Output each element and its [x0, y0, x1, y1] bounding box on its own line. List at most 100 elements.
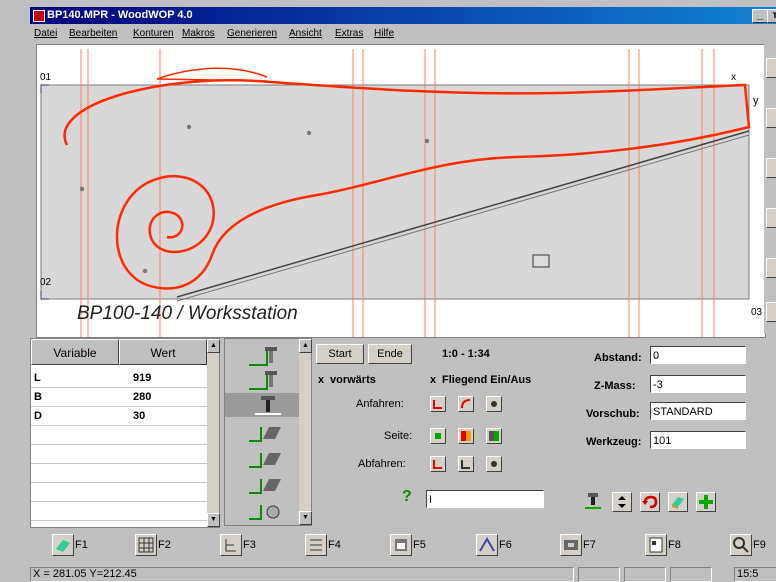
tree-icon [220, 534, 242, 556]
help-icon[interactable]: ? [402, 488, 412, 506]
workpiece-panel [40, 84, 750, 300]
tool-button-4[interactable] [766, 208, 776, 228]
corner-label-br: 03 [751, 307, 763, 318]
vorschub-label: Vorschub: [586, 408, 640, 420]
tool-insert-icon[interactable] [584, 492, 602, 510]
table-row[interactable]: L 919 [31, 369, 207, 388]
tool-button-5[interactable] [766, 258, 776, 278]
tool-button-1[interactable] [766, 58, 776, 78]
menu-hilfe[interactable]: Hilfe [374, 28, 394, 39]
table-row[interactable] [31, 445, 207, 464]
approach-arc-icon[interactable] [458, 396, 474, 412]
column-header-wert[interactable]: Wert [119, 339, 207, 365]
menu-extras[interactable]: Extras [335, 28, 363, 39]
tool-saw-icon[interactable] [247, 421, 283, 443]
right-toolbar [764, 44, 776, 334]
variable-name: B [34, 391, 42, 403]
tool-scrollbar[interactable]: ▲ ▼ [299, 339, 312, 525]
vorschub-input[interactable]: STANDARD [650, 402, 746, 420]
window-icon [390, 534, 412, 556]
parameter-panel: Start Ende 1:0 - 1:34 x vorwärts x Flieg… [312, 338, 758, 524]
variable-value: 30 [133, 410, 146, 422]
zmass-input[interactable]: -3 [650, 375, 746, 393]
function-key-bar: F1 F2 F3 F4 F5 F6 F7 F8 F9 [30, 528, 776, 564]
status-bar: X = 281.05 Y=212.45 15:5 [30, 566, 776, 582]
abstand-label: Abstand: [594, 352, 642, 364]
zoom-icon [730, 534, 752, 556]
menu-ansicht[interactable]: Ansicht [289, 28, 322, 39]
grid-icon [135, 534, 157, 556]
side-right-icon[interactable] [486, 428, 502, 444]
list-icon [305, 534, 327, 556]
command-input[interactable]: I [426, 490, 544, 508]
undo-icon[interactable] [640, 492, 660, 512]
up-down-icon[interactable] [612, 492, 632, 512]
menu-generieren[interactable]: Generieren [227, 28, 277, 39]
table-row[interactable] [31, 426, 207, 445]
approach-none-icon[interactable] [486, 396, 502, 412]
fliegend-checkbox[interactable]: x [430, 374, 436, 386]
scroll-up-icon[interactable]: ▲ [207, 339, 220, 353]
app-icon[interactable] [33, 10, 45, 22]
canvas-caption: BP100-140 / Worksstation [77, 303, 298, 324]
table-row[interactable]: B 280 [31, 388, 207, 407]
tool-list: ▲ ▼ [224, 338, 312, 526]
tool-saw-icon[interactable] [247, 473, 283, 495]
corner-label-tl: 01 [40, 72, 52, 83]
departure-none-icon[interactable] [486, 456, 502, 472]
minimize-button[interactable]: _ [752, 9, 768, 23]
departure-tangent-icon[interactable] [430, 456, 446, 472]
tool-router-icon[interactable] [247, 345, 283, 367]
window-title: BP140.MPR - WoodWOP 4.0 [47, 9, 193, 21]
tool-button-2[interactable] [766, 108, 776, 128]
werkzeug-input[interactable]: 101 [650, 431, 746, 449]
column-header-variable[interactable]: Variable [31, 339, 119, 365]
abstand-input[interactable]: 0 [650, 346, 746, 364]
contour-stub [156, 67, 268, 82]
vorwaerts-label: vorwärts [330, 374, 376, 386]
eraser-icon[interactable] [668, 492, 688, 512]
tool-button-6[interactable] [766, 302, 776, 322]
menu-konturen[interactable]: Konturen [133, 28, 174, 39]
approach-tangent-icon[interactable] [430, 396, 446, 412]
start-button[interactable]: Start [316, 344, 364, 364]
table-row[interactable] [31, 502, 207, 521]
menu-makros[interactable]: Makros [182, 28, 215, 39]
corner-label-bl: 02 [40, 277, 52, 288]
variable-table: Variable Wert L 919 B 280 D 30 ▲ ▼ [30, 338, 220, 528]
ende-button[interactable]: Ende [368, 344, 412, 364]
drawing-canvas[interactable]: 01 02 03 x y BP100-140 / Worksstation [36, 44, 766, 338]
title-bar: BP140.MPR - WoodWOP 4.0 _ т [30, 7, 776, 24]
cursor-glyph [532, 254, 550, 268]
tool-router-icon[interactable] [247, 369, 283, 391]
scroll-up-icon[interactable]: ▲ [299, 339, 312, 353]
status-field [670, 567, 712, 582]
table-row[interactable] [31, 483, 207, 502]
contour-icon [476, 534, 498, 556]
side-center-icon[interactable] [430, 428, 446, 444]
coordinate-readout: X = 281.05 Y=212.45 [30, 567, 574, 582]
departure-arc-icon[interactable] [458, 456, 474, 472]
menu-datei[interactable]: Datei [34, 28, 57, 39]
tool-saw-icon[interactable] [247, 447, 283, 469]
scroll-down-icon[interactable]: ▼ [207, 513, 220, 527]
variable-value: 919 [133, 372, 152, 384]
menu-bearbeiten[interactable]: Bearbeiten [69, 28, 117, 39]
side-left-icon[interactable] [458, 428, 474, 444]
vorwaerts-checkbox[interactable]: x [318, 374, 324, 386]
table-row[interactable] [31, 464, 207, 483]
abfahren-label: Abfahren: [358, 458, 406, 470]
table-row[interactable]: D 30 [31, 407, 207, 426]
restore-button[interactable]: т [767, 9, 776, 23]
y-axis-label: y [753, 95, 759, 107]
tool-drill-icon[interactable] [247, 499, 283, 521]
tool-button-3[interactable] [766, 158, 776, 178]
scroll-down-icon[interactable]: ▼ [299, 511, 312, 525]
status-field [624, 567, 666, 582]
eraser-icon [52, 534, 74, 556]
machine-icon [560, 534, 582, 556]
variable-scrollbar[interactable]: ▲ ▼ [207, 339, 220, 527]
add-icon[interactable] [696, 492, 716, 512]
workpiece-drawing [40, 49, 751, 337]
tool-router-selected-icon[interactable] [247, 394, 283, 416]
